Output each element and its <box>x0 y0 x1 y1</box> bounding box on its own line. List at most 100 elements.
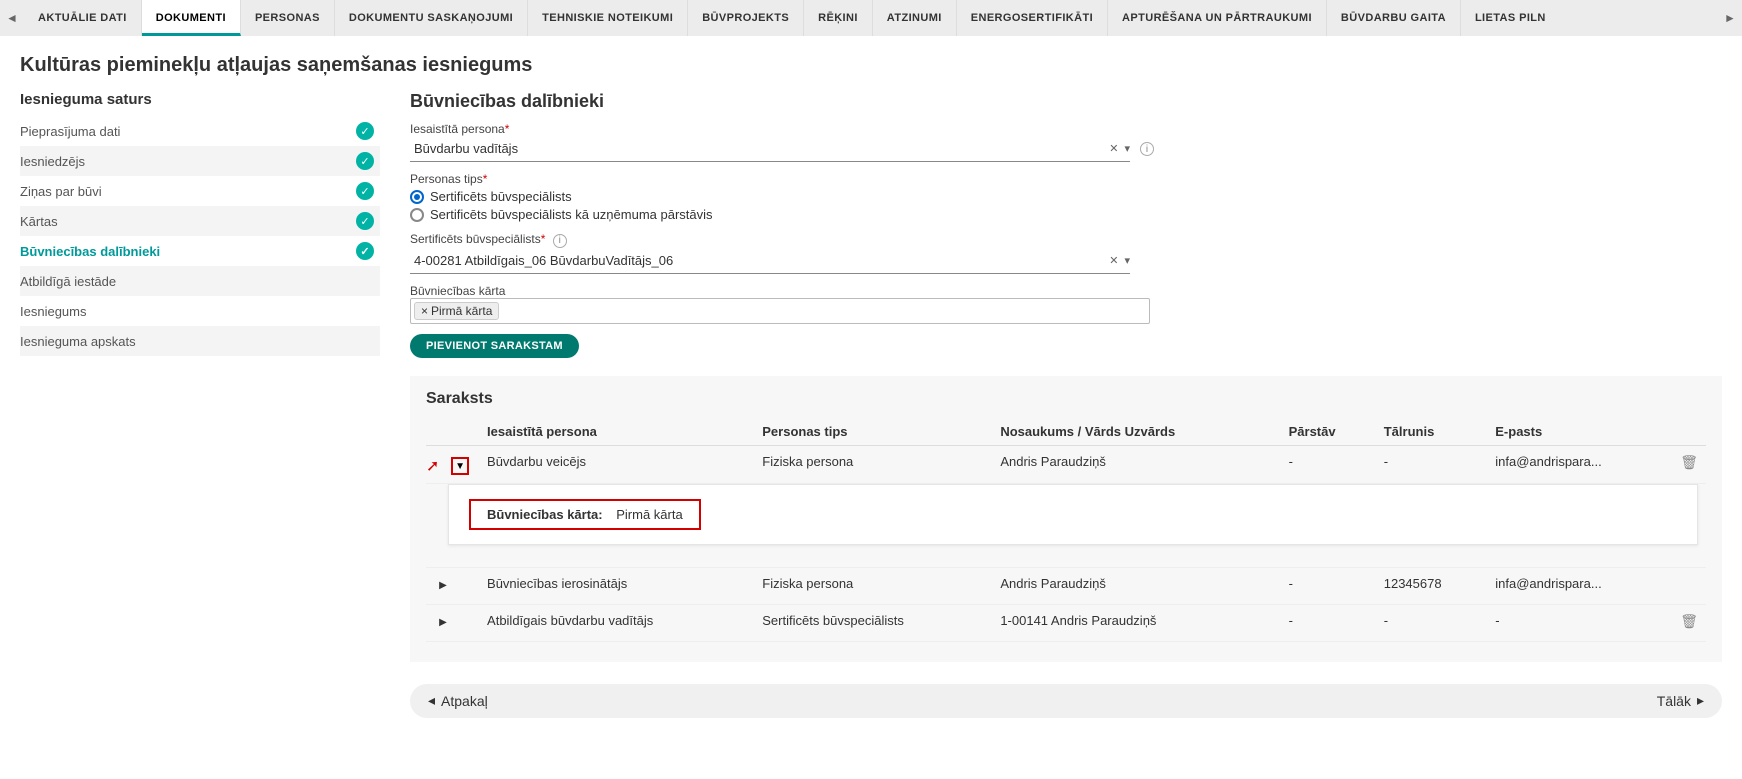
chevron-down-icon[interactable]: ▾ <box>1124 254 1130 267</box>
cell-represents: - <box>1281 445 1376 483</box>
cell-role: Būvdarbu veicējs <box>479 445 754 483</box>
stage-field-label: Būvniecības kārta <box>410 284 1722 298</box>
chevron-right-icon: ▸ <box>1697 692 1704 709</box>
person-select[interactable]: Būvdarbu vadītājs ✕ ▾ <box>410 136 1130 162</box>
col-type: Personas tips <box>754 418 992 446</box>
specialist-select[interactable]: 4-00281 Atbildīgais_06 BūvdarbuVadītājs_… <box>410 248 1130 274</box>
radio-icon <box>410 190 424 204</box>
sidebar-item-atbildiga-iestade[interactable]: Atbildīgā iestāde <box>20 266 380 296</box>
cell-email: infa@andrispara... <box>1487 567 1672 604</box>
delete-row-icon[interactable]: 🗑 <box>1680 613 1698 629</box>
table-row: ▶ Būvniecības ierosinātājs Fiziska perso… <box>426 567 1706 604</box>
tab-energosertifikati[interactable]: ENERGOSERTIFIKĀTI <box>957 0 1108 36</box>
col-name: Nosaukums / Vārds Uzvārds <box>992 418 1280 446</box>
cell-represents: - <box>1281 604 1376 641</box>
sidebar-item-label: Iesniegums <box>20 304 86 319</box>
chevron-left-icon: ◂ <box>428 692 435 709</box>
tab-rekini[interactable]: RĒĶINI <box>804 0 873 36</box>
check-icon: ✓ <box>356 182 374 200</box>
sidebar-item-label: Atbildīgā iestāde <box>20 274 116 289</box>
add-to-list-button[interactable]: PIEVIENOT SARAKSTAM <box>410 334 579 358</box>
tab-apturesana[interactable]: APTURĒŠANA UN PĀRTRAUKUMI <box>1108 0 1327 36</box>
cell-type: Sertificēts būvspeciālists <box>754 604 992 641</box>
ptype-field-label: Personas tips* <box>410 172 1722 186</box>
cell-email: - <box>1487 604 1672 641</box>
tabs-scroll-left[interactable]: ◄ <box>0 0 24 36</box>
radio-label: Sertificēts būvspeciālists kā uzņēmuma p… <box>430 207 713 222</box>
tabs-scroll-right[interactable]: ► <box>1718 0 1742 36</box>
detail-value: Pirmā kārta <box>616 507 682 522</box>
participants-table: Iesaistītā persona Personas tips Nosauku… <box>426 418 1706 642</box>
page-title: Kultūras pieminekļu atļaujas saņemšanas … <box>20 54 1742 77</box>
back-button[interactable]: ◂ Atpakaļ <box>428 692 488 709</box>
tab-tehniskie-noteikumi[interactable]: TEHNISKIE NOTEIKUMI <box>528 0 688 36</box>
row-expander[interactable]: ▼ <box>451 457 469 475</box>
sidebar-item-zinas-par-buvi[interactable]: Ziņas par būvi ✓ <box>20 176 380 206</box>
table-row-detail: Būvniecības kārta: Pirmā kārta <box>426 483 1706 567</box>
stage-tag-input[interactable]: × Pirmā kārta <box>410 298 1150 324</box>
tab-personas[interactable]: PERSONAS <box>241 0 335 36</box>
cell-name: 1-00141 Andris Paraudziņš <box>992 604 1280 641</box>
clear-icon[interactable]: ✕ <box>1109 142 1118 155</box>
sidebar-item-label: Kārtas <box>20 214 58 229</box>
stage-tag[interactable]: × Pirmā kārta <box>414 302 499 320</box>
sidebar-item-iesniedzejs[interactable]: Iesniedzējs ✓ <box>20 146 380 176</box>
check-icon: ✓ <box>356 122 374 140</box>
spec-field-label: Sertificēts būvspeciālists* i <box>410 232 1722 248</box>
cell-phone: 12345678 <box>1376 567 1488 604</box>
cell-role: Būvniecības ierosinātājs <box>479 567 754 604</box>
detail-label: Būvniecības kārta: <box>487 507 603 522</box>
cell-type: Fiziska persona <box>754 445 992 483</box>
tab-aktualie-dati[interactable]: AKTUĀLIE DATI <box>24 0 142 36</box>
row-expander[interactable]: ▶ <box>434 578 452 596</box>
tab-atzinumi[interactable]: ATZINUMI <box>873 0 957 36</box>
radio-label: Sertificēts būvspeciālists <box>430 189 572 204</box>
ptype-radio-company-rep[interactable]: Sertificēts būvspeciālists kā uzņēmuma p… <box>410 207 1722 222</box>
tag-remove-icon[interactable]: × <box>421 304 428 318</box>
sidebar-item-iesniegums[interactable]: Iesniegums <box>20 296 380 326</box>
tab-dokumenti[interactable]: DOKUMENTI <box>142 0 241 36</box>
info-icon[interactable]: i <box>1140 142 1154 156</box>
tab-buvprojekts[interactable]: BŪVPROJEKTS <box>688 0 804 36</box>
person-field-label: Iesaistītā persona* <box>410 122 1722 136</box>
sidebar-item-label: Būvniecības dalībnieki <box>20 244 160 259</box>
next-button[interactable]: Tālāk ▸ <box>1657 692 1704 709</box>
tag-label: Pirmā kārta <box>431 304 492 318</box>
clear-icon[interactable]: ✕ <box>1109 254 1118 267</box>
wizard-nav: ◂ Atpakaļ Tālāk ▸ <box>410 684 1722 718</box>
chevron-down-icon[interactable]: ▾ <box>1124 142 1130 155</box>
sidebar-item-label: Iesniedzējs <box>20 154 85 169</box>
delete-row-icon[interactable]: 🗑 <box>1680 454 1698 470</box>
cell-email: infa@andrispara... <box>1487 445 1672 483</box>
sidebar-title: Iesnieguma saturs <box>20 91 380 108</box>
radio-icon <box>410 208 424 222</box>
check-icon: ✓ <box>356 242 374 260</box>
cell-role: Atbildīgais būvdarbu vadītājs <box>479 604 754 641</box>
cell-phone: - <box>1376 445 1488 483</box>
cell-name: Andris Paraudziņš <box>992 567 1280 604</box>
sidebar-item-label: Pieprasījuma dati <box>20 124 120 139</box>
info-icon[interactable]: i <box>553 234 567 248</box>
top-tabs: ◄ AKTUĀLIE DATI DOKUMENTI PERSONAS DOKUM… <box>0 0 1742 36</box>
tab-dokumentu-saskanojumi[interactable]: DOKUMENTU SASKAŅOJUMI <box>335 0 528 36</box>
sidebar-item-label: Ziņas par būvi <box>20 184 102 199</box>
list-block: Saraksts Iesaistītā persona Personas tip… <box>410 376 1722 662</box>
tab-buvdarbu-gaita[interactable]: BŪVDARBU GAITA <box>1327 0 1461 36</box>
sidebar-item-buvniecibas-dalibnieki[interactable]: Būvniecības dalībnieki ✓ <box>20 236 380 266</box>
cell-represents: - <box>1281 567 1376 604</box>
check-icon: ✓ <box>356 152 374 170</box>
col-email: E-pasts <box>1487 418 1672 446</box>
row-expander[interactable]: ▶ <box>434 615 452 633</box>
ptype-radio-certified[interactable]: Sertificēts būvspeciālists <box>410 189 1722 204</box>
table-row: ▶ Atbildīgais būvdarbu vadītājs Sertific… <box>426 604 1706 641</box>
sidebar-item-kartas[interactable]: Kārtas ✓ <box>20 206 380 236</box>
cell-name: Andris Paraudziņš <box>992 445 1280 483</box>
specialist-select-value: 4-00281 Atbildīgais_06 BūvdarbuVadītājs_… <box>410 251 1109 270</box>
tab-lietas-piln[interactable]: LIETAS PILN <box>1461 0 1560 36</box>
check-icon: ✓ <box>356 212 374 230</box>
col-represents: Pārstāv <box>1281 418 1376 446</box>
sidebar: Iesnieguma saturs Pieprasījuma dati ✓ Ie… <box>20 91 380 356</box>
sidebar-item-iesnieguma-apskats[interactable]: Iesnieguma apskats <box>20 326 380 356</box>
sidebar-item-pieprasijuma-dati[interactable]: Pieprasījuma dati ✓ <box>20 116 380 146</box>
row-detail-panel: Būvniecības kārta: Pirmā kārta <box>448 484 1698 545</box>
